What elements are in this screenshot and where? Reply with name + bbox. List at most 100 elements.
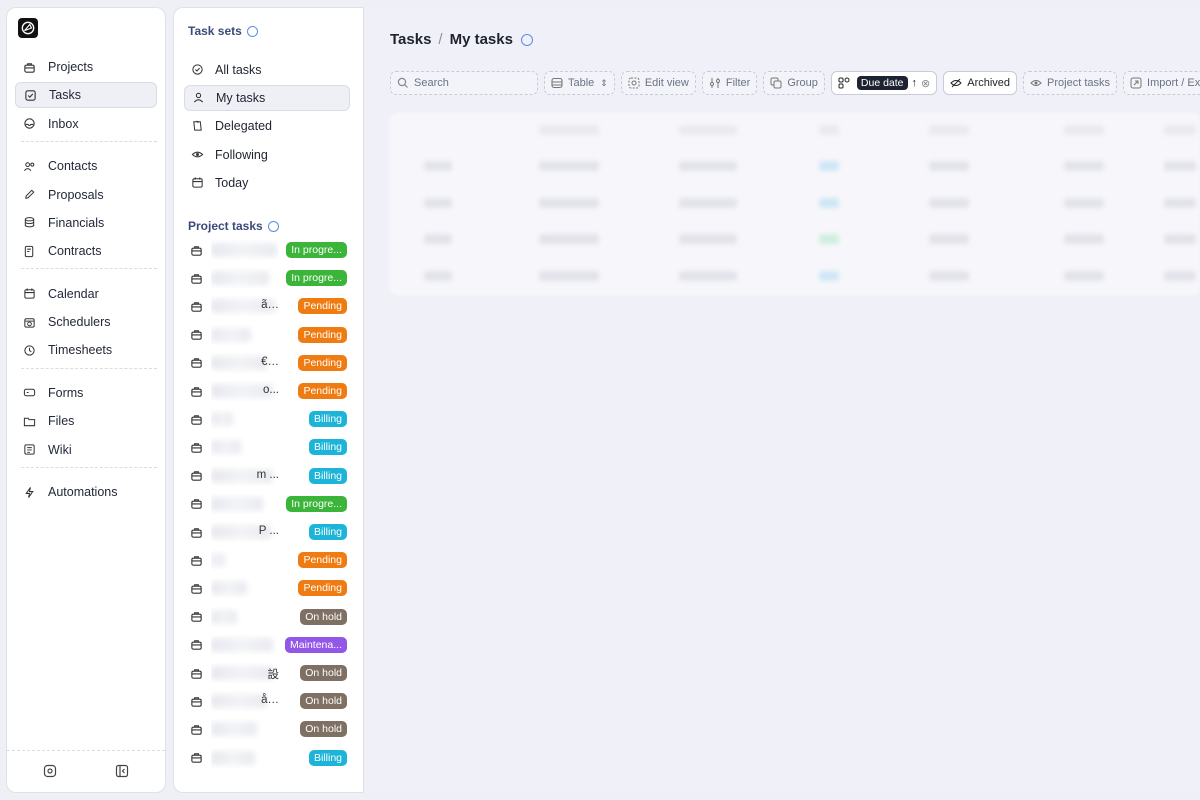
sidebar-item-tasks[interactable]: Tasks [15, 82, 157, 109]
briefcase-icon [190, 638, 203, 651]
redacted-name [211, 243, 277, 257]
project-task-item[interactable]: ã… Pending [190, 296, 350, 316]
project-task-name-tail: m ... [256, 468, 279, 481]
project-tasks-toggle[interactable]: Project tasks [1023, 71, 1118, 95]
project-task-item[interactable]: Maintena... [190, 635, 350, 655]
status-badge: Pending [298, 298, 347, 315]
redacted-name [211, 666, 273, 680]
redacted-name [211, 722, 257, 737]
sidebar-item-files[interactable]: Files [15, 408, 157, 434]
project-task-name [211, 325, 279, 345]
project-task-item[interactable]: Pending [190, 325, 350, 345]
table-cell [679, 161, 737, 171]
project-task-name [211, 748, 279, 768]
project-task-item[interactable]: On hold [190, 607, 350, 627]
group-icon [770, 77, 782, 89]
help-icon[interactable] [246, 25, 258, 37]
sidebar-item-financials[interactable]: Financials [15, 210, 157, 236]
sidebar-item-calendar[interactable]: Calendar [15, 281, 157, 307]
table-cell [819, 125, 839, 135]
import-export-button[interactable]: Import / Export [1123, 71, 1200, 95]
status-badge: Billing [308, 524, 347, 540]
project-task-item[interactable]: m ... Billing [190, 466, 350, 486]
project-task-name: m ... [211, 466, 279, 486]
view-select[interactable]: Table ⇕ [544, 71, 615, 95]
status-badge: Pending [298, 354, 347, 371]
help-icon[interactable] [267, 220, 279, 232]
sidebar-item-timesheets[interactable]: Timesheets [15, 337, 157, 363]
sidebar-item-projects[interactable]: Projects [15, 54, 157, 80]
sidebar-item-forms[interactable]: Forms [15, 380, 157, 406]
table-cell [539, 125, 599, 135]
project-task-item[interactable]: Pending [190, 550, 350, 570]
table-cell [539, 161, 599, 171]
project-task-item[interactable]: P ... Billing [190, 522, 350, 542]
briefcase-icon [190, 356, 203, 369]
breadcrumb: Tasks / My tasks [390, 31, 533, 48]
sort-button[interactable]: Due date ↑ ⊗ [830, 71, 938, 95]
breadcrumb-root[interactable]: Tasks [390, 31, 431, 48]
sidebar-item-label: Tasks [49, 88, 81, 103]
task-sets-title: Task sets [188, 24, 258, 38]
table-cell [929, 271, 969, 281]
import-export-icon [1130, 77, 1142, 89]
status-badge: Maintena... [285, 636, 347, 653]
task-set-following[interactable]: Following [184, 142, 350, 168]
status-badge: In progre... [286, 495, 347, 512]
sidebar-item-wiki[interactable]: Wiki [15, 437, 157, 463]
status-badge: Billing [308, 439, 347, 456]
task-set-all-tasks[interactable]: All tasks [184, 57, 350, 83]
toolbar: Search Table ⇕ Edit view Filter Group Du… [390, 71, 1200, 95]
folder-icon [22, 414, 36, 428]
project-task-item[interactable]: Billing [190, 409, 350, 429]
project-task-item[interactable]: €… Pending [190, 353, 350, 373]
task-set-label: Today [215, 175, 249, 190]
project-task-item[interactable]: Billing [190, 748, 350, 768]
sidebar-item-proposals[interactable]: Proposals [15, 182, 157, 208]
search-input[interactable]: Search [390, 71, 538, 95]
sidebar-item-schedulers[interactable]: Schedulers [15, 309, 157, 335]
clear-sort-icon[interactable]: ⊗ [921, 77, 930, 90]
sidebar-footer [7, 750, 165, 792]
redacted-name [211, 327, 251, 342]
task-set-delegated[interactable]: Delegated [184, 113, 350, 139]
redacted-name [211, 412, 233, 427]
project-task-item[interactable]: å… On hold [190, 691, 350, 711]
sidebar-item-contacts[interactable]: Contacts [15, 153, 157, 179]
sidebar-item-automations[interactable]: Automations [15, 479, 157, 505]
scheduler-icon [22, 315, 36, 329]
project-task-item[interactable]: On hold [190, 719, 350, 739]
briefcase-icon [190, 469, 203, 482]
project-task-item[interactable]: o... Pending [190, 381, 350, 401]
project-task-name: €… [211, 353, 279, 373]
project-task-item[interactable]: In progre... [190, 494, 350, 514]
group-label: Group [787, 77, 818, 89]
group-button[interactable]: Group [763, 71, 825, 95]
archived-toggle[interactable]: Archived [943, 71, 1018, 95]
settings-icon[interactable] [43, 764, 57, 778]
redacted-name [211, 553, 225, 568]
user-icon [192, 91, 206, 105]
filter-icon [709, 78, 720, 88]
sidebar-item-contracts[interactable]: Contracts [15, 238, 157, 264]
project-task-item[interactable]: 設 On hold [190, 663, 350, 683]
sidebar-item-inbox[interactable]: Inbox [15, 111, 157, 137]
table-cell [1064, 234, 1104, 244]
task-set-today[interactable]: Today [184, 170, 350, 196]
redacted-name [211, 581, 247, 596]
collapse-sidebar-icon[interactable] [115, 764, 129, 778]
redacted-name [211, 694, 267, 709]
sort-direction-icon[interactable]: ↑ [912, 77, 918, 89]
project-task-item[interactable]: Billing [190, 437, 350, 457]
briefcase-icon [190, 300, 203, 313]
edit-view-button[interactable]: Edit view [620, 71, 696, 95]
app-logo-icon[interactable] [18, 18, 38, 38]
task-set-my-tasks[interactable]: My tasks [184, 85, 350, 112]
help-icon[interactable] [520, 33, 533, 46]
project-task-item[interactable]: Pending [190, 578, 350, 598]
project-task-item[interactable]: In progre... [190, 268, 350, 288]
project-task-item[interactable]: In progre... [190, 240, 350, 260]
filter-button[interactable]: Filter [701, 71, 758, 95]
project-task-name [211, 494, 279, 514]
users-icon [22, 159, 36, 173]
